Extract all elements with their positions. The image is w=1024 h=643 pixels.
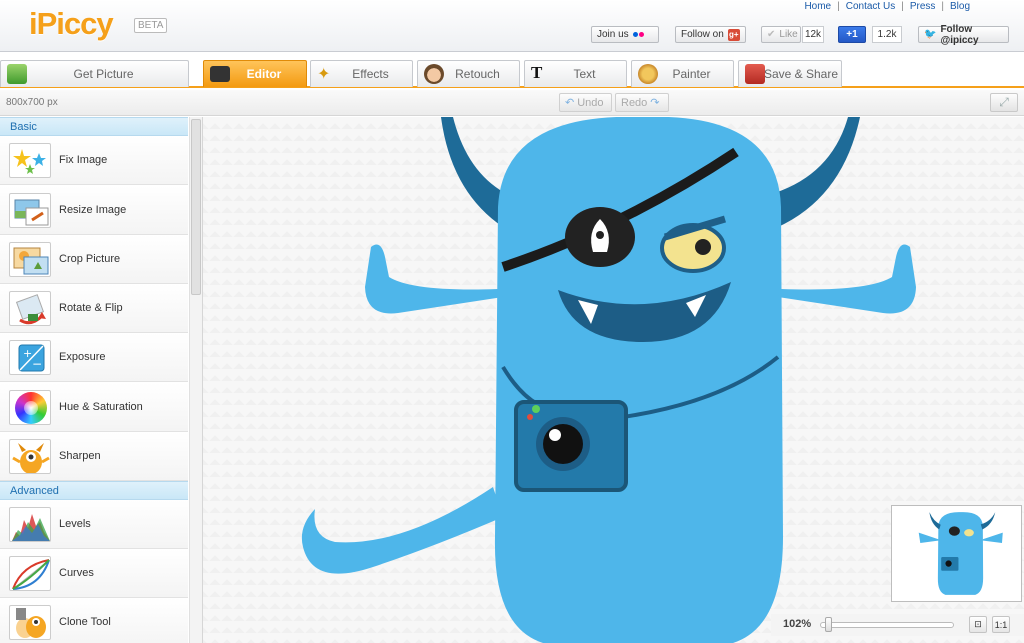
- tab-editor[interactable]: Editor: [203, 60, 307, 87]
- rotate-icon: [9, 291, 51, 326]
- tool-hue-saturation[interactable]: Hue & Saturation: [0, 383, 188, 432]
- tool-exposure[interactable]: + − Exposure: [0, 333, 188, 382]
- clone-stamp-icon: [9, 605, 51, 640]
- tab-text[interactable]: T Text: [524, 60, 627, 87]
- tab-effects[interactable]: ✦ Effects: [310, 60, 413, 87]
- magic-wand-icon: ✦: [317, 66, 331, 83]
- follow-on-gplus-button[interactable]: Follow on g+: [675, 26, 746, 43]
- tab-get-picture[interactable]: Get Picture: [0, 60, 189, 87]
- sidebar-scroll-thumb[interactable]: [191, 119, 201, 295]
- tool-clone-tool[interactable]: Clone Tool: [0, 598, 188, 643]
- top-links: Home | Contact Us | Press | Blog: [804, 1, 970, 12]
- camera-icon: [210, 66, 230, 82]
- actual-size-button[interactable]: 1:1: [992, 616, 1010, 633]
- tab-save-share[interactable]: Save & Share: [738, 60, 842, 87]
- contact-us-link[interactable]: Contact Us: [846, 1, 895, 12]
- follow-twitter-button[interactable]: 🐦 Follow @ipiccy: [918, 24, 1009, 46]
- face-icon: [424, 64, 444, 84]
- flickr-icon: [632, 32, 644, 37]
- floppy-disk-icon: [745, 64, 765, 84]
- crop-icon: [9, 242, 51, 277]
- plus-one-button[interactable]: +1: [838, 26, 866, 43]
- basic-section-header[interactable]: Basic: [0, 117, 188, 136]
- social-buttons: Join us Follow on g+ ✔ Like 12k +1 1.2k …: [0, 24, 1024, 46]
- undo-button[interactable]: ↶ Undo: [559, 93, 612, 112]
- tool-crop-picture[interactable]: Crop Picture: [0, 235, 188, 284]
- tab-painter[interactable]: Painter: [631, 60, 734, 87]
- color-wheel-icon: [9, 390, 51, 425]
- redo-arrow-icon: ↷: [650, 97, 660, 109]
- like-button[interactable]: ✔ Like: [761, 26, 801, 43]
- stars-icon: [9, 143, 51, 178]
- tool-rotate-flip[interactable]: Rotate & Flip: [0, 284, 188, 333]
- tool-levels[interactable]: Levels: [0, 500, 188, 549]
- image-dimensions: 800x700 px: [6, 97, 58, 108]
- header: iPiccy BETA Home | Contact Us | Press | …: [0, 0, 1024, 52]
- tool-resize-image[interactable]: Resize Image: [0, 186, 188, 235]
- palette-icon: [638, 64, 658, 84]
- text-t-icon: T: [531, 63, 543, 82]
- tool-curves[interactable]: Curves: [0, 549, 188, 598]
- monster-icon: [9, 439, 51, 474]
- join-us-button[interactable]: Join us: [591, 26, 659, 43]
- sidebar-scrollbar[interactable]: [189, 117, 202, 643]
- home-link[interactable]: Home: [804, 1, 831, 12]
- redo-button[interactable]: Redo ↷: [615, 93, 669, 112]
- minimap-preview: [918, 512, 1003, 595]
- image-canvas[interactable]: 102% ⊡ 1:1: [203, 117, 1024, 643]
- zoom-slider-handle[interactable]: [825, 617, 833, 632]
- blog-link[interactable]: Blog: [950, 1, 970, 12]
- like-count: 12k: [802, 26, 824, 43]
- fit-to-screen-button[interactable]: ⊡: [969, 616, 987, 633]
- save-download-icon: [7, 64, 27, 84]
- tool-sidebar: Basic Fix Image Resize Image Crop Pictur…: [0, 117, 203, 643]
- fullscreen-button[interactable]: ⤢: [990, 93, 1018, 112]
- press-link[interactable]: Press: [910, 1, 936, 12]
- resize-icon: [9, 193, 51, 228]
- advanced-section-header[interactable]: Advanced: [0, 481, 188, 500]
- google-plus-icon: g+: [727, 28, 740, 41]
- undo-arrow-icon: ↶: [565, 97, 575, 109]
- curves-icon: [9, 556, 51, 591]
- twitter-bird-icon: 🐦: [924, 29, 937, 40]
- main-tabs: Get Picture Editor ✦ Effects Retouch T T…: [0, 58, 1024, 88]
- tool-fix-image[interactable]: Fix Image: [0, 136, 188, 185]
- editor-toolbar: 800x700 px ↶ Undo Redo ↷ ⤢: [0, 90, 1024, 116]
- zoom-slider[interactable]: [820, 622, 954, 628]
- svg-text:−: −: [32, 357, 42, 371]
- zoom-level: 102%: [783, 618, 812, 630]
- zoom-controls: 102% ⊡ 1:1: [771, 614, 1024, 636]
- navigator-minimap[interactable]: [891, 505, 1022, 602]
- histogram-icon: [9, 507, 51, 542]
- thumbs-up-icon: ✔: [767, 29, 776, 40]
- exposure-icon: + −: [9, 340, 51, 375]
- tool-sharpen[interactable]: Sharpen: [0, 432, 188, 481]
- tab-retouch[interactable]: Retouch: [417, 60, 520, 87]
- plus-one-count: 1.2k: [872, 26, 902, 43]
- fullscreen-icon: ⤢: [999, 95, 1009, 109]
